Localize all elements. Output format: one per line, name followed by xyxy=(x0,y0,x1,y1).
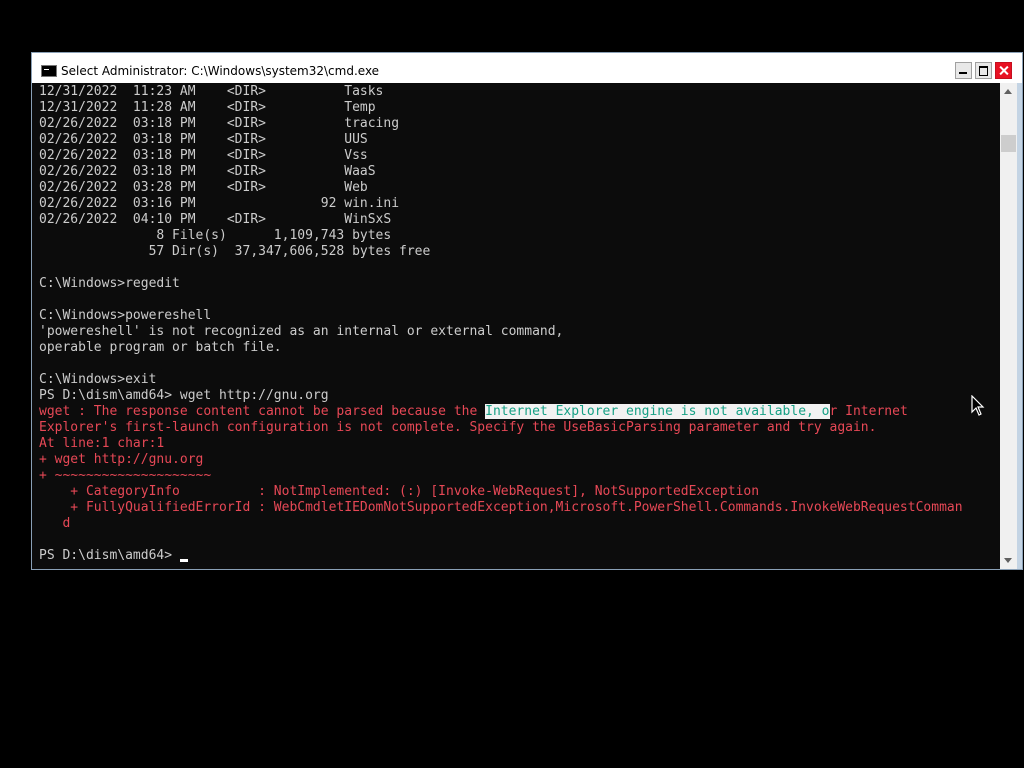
cmd-icon[interactable] xyxy=(41,65,57,77)
line-text: 02/26/2022 03:18 PM <DIR> tracing xyxy=(39,116,400,131)
mouse-pointer-icon xyxy=(971,395,985,416)
console-line: + FullyQualifiedErrorId : WebCmdletIEDom… xyxy=(39,500,963,516)
line-text: PS D:\dism\amd64> wget http://gnu.org xyxy=(39,388,329,403)
scroll-up-arrow-icon[interactable] xyxy=(1000,83,1017,100)
line-text: 02/26/2022 03:28 PM <DIR> Web xyxy=(39,180,368,195)
title-bar[interactable]: Select Administrator: C:\Windows\system3… xyxy=(32,53,1022,83)
console-line: wget : The response content cannot be pa… xyxy=(39,404,963,420)
selected-text: Internet Explorer engine is not availabl… xyxy=(485,404,830,419)
line-text: At line:1 char:1 xyxy=(39,436,165,451)
console-line: 12/31/2022 11:23 AM <DIR> Tasks xyxy=(39,84,963,100)
text-cursor xyxy=(179,559,188,562)
maximize-button[interactable] xyxy=(975,62,992,79)
console-line: 02/26/2022 03:18 PM <DIR> UUS xyxy=(39,132,963,148)
console-line: operable program or batch file. xyxy=(39,340,963,356)
console-line: C:\Windows>exit xyxy=(39,372,963,388)
console-line: 02/26/2022 03:18 PM <DIR> tracing xyxy=(39,116,963,132)
console-line: + ~~~~~~~~~~~~~~~~~~~~ xyxy=(39,468,963,484)
line-text: 8 File(s) 1,109,743 bytes xyxy=(39,228,392,243)
console-line: Explorer's first-launch configuration is… xyxy=(39,420,963,436)
console-line: + CategoryInfo : NotImplemented: (:) [In… xyxy=(39,484,963,500)
line-text: 12/31/2022 11:23 AM <DIR> Tasks xyxy=(39,84,384,99)
current-prompt: PS D:\dism\amd64> xyxy=(39,548,180,563)
line-segment: wget : The response content cannot be pa… xyxy=(39,404,486,419)
line-text: d xyxy=(39,516,71,531)
line-text: operable program or batch file. xyxy=(39,340,282,355)
line-text: 02/26/2022 03:18 PM <DIR> UUS xyxy=(39,132,368,147)
line-text: C:\Windows>powereshell xyxy=(39,308,212,323)
console-line: C:\Windows>regedit xyxy=(39,276,963,292)
line-text: 12/31/2022 11:28 AM <DIR> Temp xyxy=(39,100,376,115)
console-line: 02/26/2022 03:16 PM 92 win.ini xyxy=(39,196,963,212)
console-line: 'powereshell' is not recognized as an in… xyxy=(39,324,963,340)
line-segment: r Internet xyxy=(829,404,908,419)
console-line: + wget http://gnu.org xyxy=(39,452,963,468)
console-line: 02/26/2022 03:18 PM <DIR> Vss xyxy=(39,148,963,164)
line-text: C:\Windows>exit xyxy=(39,372,157,387)
console-lines: 12/31/2022 11:23 AM <DIR> Tasks 12/31/202… xyxy=(39,84,963,564)
console-line: 02/26/2022 03:18 PM <DIR> WaaS xyxy=(39,164,963,180)
line-text: 02/26/2022 03:18 PM <DIR> Vss xyxy=(39,148,368,163)
line-text: + FullyQualifiedErrorId : WebCmdletIEDom… xyxy=(39,500,963,515)
console-line: 57 Dir(s) 37,347,606,528 bytes free xyxy=(39,244,963,260)
console-output[interactable]: 12/31/2022 11:23 AM <DIR> Tasks 12/31/202… xyxy=(32,83,1000,569)
scroll-down-arrow-icon[interactable] xyxy=(1000,552,1017,569)
line-text: Explorer's first-launch configuration is… xyxy=(39,420,877,435)
console-line: At line:1 char:1 xyxy=(39,436,963,452)
scrollbar-thumb[interactable] xyxy=(1001,135,1016,152)
window-title: Select Administrator: C:\Windows\system3… xyxy=(61,64,380,78)
line-text: 'powereshell' is not recognized as an in… xyxy=(39,324,564,339)
console-line: C:\Windows>powereshell xyxy=(39,308,963,324)
line-text: 02/26/2022 03:16 PM 92 win.ini xyxy=(39,196,400,211)
vertical-scrollbar[interactable] xyxy=(1000,83,1017,569)
console-line: 8 File(s) 1,109,743 bytes xyxy=(39,228,963,244)
line-text: + CategoryInfo : NotImplemented: (:) [In… xyxy=(39,484,760,499)
console-line: PS D:\dism\amd64> xyxy=(39,548,963,564)
console-line: 02/26/2022 03:28 PM <DIR> Web xyxy=(39,180,963,196)
line-text: C:\Windows>regedit xyxy=(39,276,180,291)
console-line: 12/31/2022 11:28 AM <DIR> Temp xyxy=(39,100,963,116)
line-text: 57 Dir(s) 37,347,606,528 bytes free xyxy=(39,244,431,259)
line-text: + ~~~~~~~~~~~~~~~~~~~~ xyxy=(39,468,212,483)
line-text: 02/26/2022 03:18 PM <DIR> WaaS xyxy=(39,164,376,179)
cmd-window: Select Administrator: C:\Windows\system3… xyxy=(32,53,1022,569)
console-line: d xyxy=(39,516,963,532)
console-line: 02/26/2022 04:10 PM <DIR> WinSxS xyxy=(39,212,963,228)
minimize-button[interactable] xyxy=(955,62,972,79)
close-button[interactable] xyxy=(995,62,1012,79)
console-line: PS D:\dism\amd64> wget http://gnu.org xyxy=(39,388,963,404)
line-text: 02/26/2022 04:10 PM <DIR> WinSxS xyxy=(39,212,392,227)
line-text: + wget http://gnu.org xyxy=(39,452,204,467)
